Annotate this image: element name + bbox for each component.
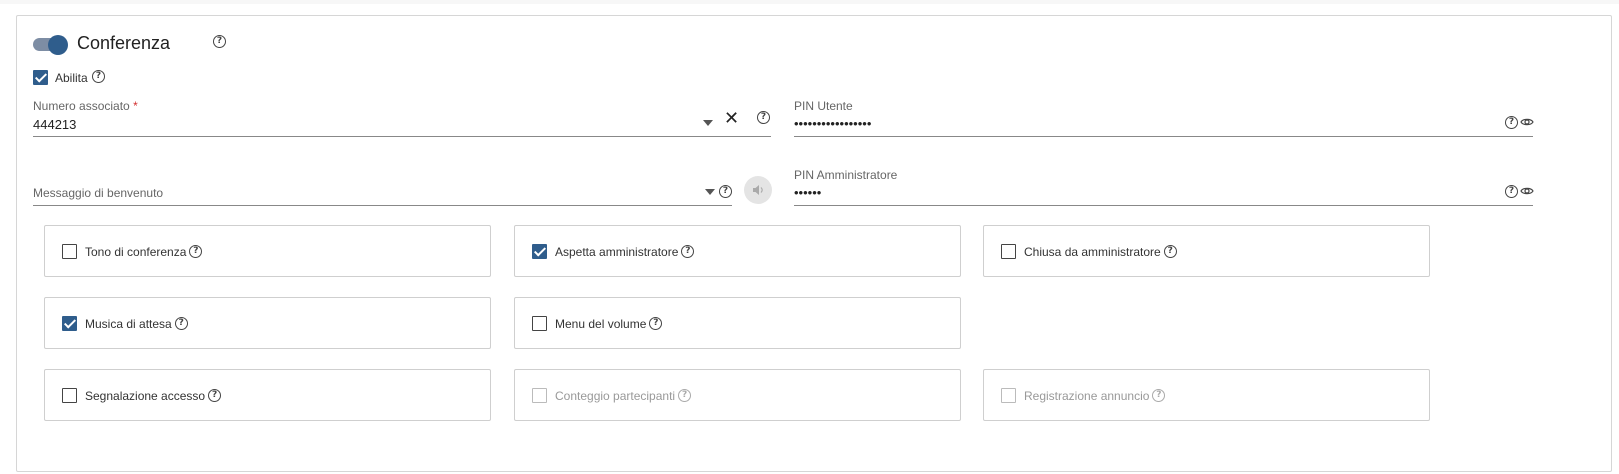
option-segnalazione-accesso[interactable]: Segnalazione accesso ? [44,369,491,421]
option-conteggio-partecipanti: Conteggio partecipanti ? [514,369,961,421]
chevron-down-icon[interactable] [703,120,713,126]
help-icon[interactable]: ? [719,185,732,198]
option-label: Aspetta amministratore [555,244,679,259]
pin-utente-label: PIN Utente [794,99,853,113]
checkbox[interactable] [62,316,77,331]
help-icon[interactable]: ? [1505,116,1518,129]
help-icon[interactable]: ? [649,317,663,330]
help-icon[interactable]: ? [174,317,188,330]
numero-associato-label: Numero associato * [33,99,138,113]
pin-amministratore-label: PIN Amministratore [794,168,898,182]
option-label: Registrazione annuncio [1024,388,1150,403]
section-title: Conferenza [77,33,171,53]
help-icon[interactable]: ? [208,389,222,402]
option-label: Segnalazione accesso [85,388,206,403]
option-label: Musica di attesa [85,316,172,331]
pin-amministratore-underline [794,205,1533,206]
eye-icon[interactable] [1520,186,1534,196]
option-registrazione-annuncio: Registrazione annuncio ? [983,369,1430,421]
numero-associato-underline [33,136,771,137]
help-icon[interactable]: ? [1505,185,1518,198]
option-chiusa-da-amministratore[interactable]: Chiusa da amministratore ? [983,225,1430,277]
checkbox[interactable] [532,244,547,259]
checkbox[interactable] [1001,244,1016,259]
required-mark: * [133,99,138,113]
eye-icon[interactable] [1520,117,1534,127]
pin-utente-input[interactable]: ••••••••••••••••• [794,116,871,131]
option-menu-del-volume[interactable]: Menu del volume ? [514,297,961,349]
top-bar [0,0,1619,4]
messaggio-benvenuto-underline [33,205,732,206]
checkbox [532,388,547,403]
speaker-icon [753,185,763,195]
numero-associato-input[interactable]: 444213 [33,117,76,132]
checkbox [1001,388,1016,403]
enable-label: Abilita [55,71,88,85]
help-icon[interactable]: ? [1152,389,1166,402]
checkbox[interactable] [62,388,77,403]
clear-icon[interactable]: ✕ [724,108,739,129]
option-aspetta-amministratore[interactable]: Aspetta amministratore ? [514,225,961,277]
help-icon[interactable]: ? [189,245,203,258]
chevron-down-icon[interactable] [705,189,715,195]
help-icon[interactable]: ? [1163,245,1177,258]
option-musica-di-attesa[interactable]: Musica di attesa ? [44,297,491,349]
option-tono-di-conferenza[interactable]: Tono di conferenza ? [44,225,491,277]
option-label: Chiusa da amministratore [1024,244,1161,259]
help-icon[interactable]: ? [213,35,226,48]
help-icon[interactable]: ? [678,389,692,402]
help-icon[interactable]: ? [757,111,770,124]
help-icon[interactable]: ? [681,245,695,258]
play-message-button[interactable] [744,176,772,204]
help-icon[interactable]: ? [92,70,105,83]
toggle-thumb [48,35,68,55]
checkbox[interactable] [62,244,77,259]
pin-utente-underline [794,136,1533,137]
option-label: Tono di conferenza [85,244,187,259]
checkbox[interactable] [532,316,547,331]
messaggio-benvenuto-select[interactable]: Messaggio di benvenuto [33,186,163,200]
option-label: Menu del volume [555,316,647,331]
option-label: Conteggio partecipanti [555,388,676,403]
enable-checkbox[interactable] [33,70,48,86]
pin-amministratore-input[interactable]: •••••• [794,185,821,200]
conference-toggle[interactable] [33,35,69,55]
